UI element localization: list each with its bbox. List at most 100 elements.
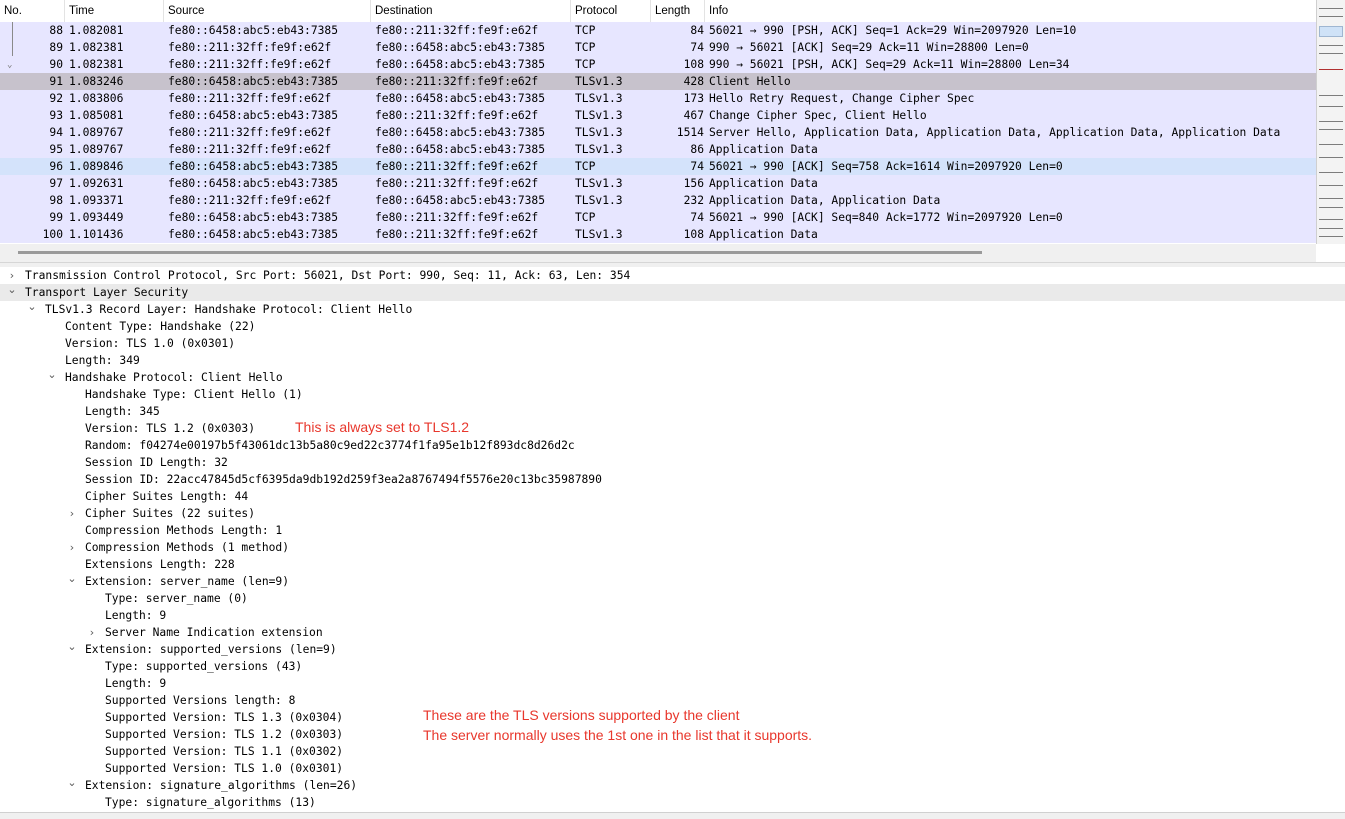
packet-row[interactable]: 88 1.082081 fe80::6458:abc5:eb43:7385 fe… bbox=[0, 22, 1316, 39]
tree-node[interactable]: › Compression Methods (1 method) bbox=[0, 539, 1345, 556]
tree-node[interactable]: Length: 9 bbox=[0, 675, 1345, 692]
packet-source: fe80::6458:abc5:eb43:7385 bbox=[168, 160, 339, 173]
packet-source: fe80::6458:abc5:eb43:7385 bbox=[168, 177, 339, 190]
tree-node[interactable]: ⌄ Extension: signature_algorithms (len=26… bbox=[0, 774, 1345, 794]
column-header-destination[interactable]: Destination bbox=[371, 0, 571, 22]
tree-node-label: Session ID: 22acc47845d5cf6395da9db192d2… bbox=[85, 473, 602, 486]
packet-source: fe80::211:32ff:fe9f:e62f bbox=[168, 92, 332, 105]
annotation-supported-versions-line2: The server normally uses the 1st one in … bbox=[423, 727, 813, 743]
chevron-down-icon[interactable]: ⌄ bbox=[66, 638, 78, 655]
column-header-time[interactable]: Time bbox=[65, 0, 164, 22]
tree-node-label: Type: supported_versions (43) bbox=[105, 660, 303, 673]
tree-node[interactable]: Supported Version: TLS 1.0 (0x0301) bbox=[0, 760, 1345, 777]
minimap-line bbox=[1319, 129, 1343, 130]
packet-row[interactable]: 98 1.093371 fe80::211:32ff:fe9f:e62f fe8… bbox=[0, 192, 1316, 209]
packet-row[interactable]: 99 1.093449 fe80::6458:abc5:eb43:7385 fe… bbox=[0, 209, 1316, 226]
packet-row[interactable]: 94 1.089767 fe80::211:32ff:fe9f:e62f fe8… bbox=[0, 124, 1316, 141]
tree-node[interactable]: Type: signature_algorithms (13) bbox=[0, 794, 1345, 811]
tree-node[interactable]: ⌄ Transport Layer Security bbox=[0, 281, 1345, 301]
tree-node[interactable]: Handshake Type: Client Hello (1) bbox=[0, 386, 1345, 403]
packet-destination: fe80::6458:abc5:eb43:7385 bbox=[375, 143, 546, 156]
packet-info: Server Hello, Application Data, Applicat… bbox=[709, 126, 1281, 139]
chevron-down-icon[interactable]: ⌄ bbox=[66, 774, 78, 791]
tree-node[interactable]: Session ID: 22acc47845d5cf6395da9db192d2… bbox=[0, 471, 1345, 488]
chevron-down-icon[interactable]: ⌄ bbox=[6, 281, 18, 298]
minimap-line bbox=[1319, 8, 1343, 9]
tree-node[interactable]: Version: TLS 1.0 (0x0301) bbox=[0, 335, 1345, 352]
tree-node[interactable]: Content Type: Handshake (22) bbox=[0, 318, 1345, 335]
tree-node-label: Supported Version: TLS 1.0 (0x0301) bbox=[105, 762, 344, 775]
tree-node-label: Extension: server_name (len=9) bbox=[85, 575, 290, 588]
packet-time: 1.101436 bbox=[69, 228, 124, 241]
packet-row[interactable]: 97 1.092631 fe80::6458:abc5:eb43:7385 fe… bbox=[0, 175, 1316, 192]
packet-time: 1.092631 bbox=[69, 177, 124, 190]
tree-node[interactable]: Compression Methods Length: 1 bbox=[0, 522, 1345, 539]
packet-destination: fe80::6458:abc5:eb43:7385 bbox=[375, 92, 546, 105]
packet-destination: fe80::211:32ff:fe9f:e62f bbox=[375, 228, 539, 241]
tree-node[interactable]: ⌄ Extension: supported_versions (len=9) bbox=[0, 638, 1345, 658]
column-header-length[interactable]: Length bbox=[651, 0, 705, 22]
tree-node-label: Cipher Suites (22 suites) bbox=[85, 507, 256, 520]
packet-row-selected[interactable]: 91 1.083246 fe80::6458:abc5:eb43:7385 fe… bbox=[0, 73, 1316, 90]
packet-destination: fe80::6458:abc5:eb43:7385 bbox=[375, 194, 546, 207]
tree-node-label: Server Name Indication extension bbox=[105, 626, 323, 639]
scrollbar-thumb[interactable] bbox=[18, 251, 982, 254]
packet-protocol: TLSv1.3 bbox=[575, 194, 623, 207]
packet-info: Client Hello bbox=[709, 75, 791, 88]
packet-info: Application Data bbox=[709, 177, 818, 190]
packet-row[interactable]: 89 1.082381 fe80::211:32ff:fe9f:e62f fe8… bbox=[0, 39, 1316, 56]
packet-source: fe80::6458:abc5:eb43:7385 bbox=[168, 211, 339, 224]
packet-no: 91 bbox=[49, 75, 63, 88]
tree-node-label: Compression Methods Length: 1 bbox=[85, 524, 283, 537]
tree-node[interactable]: Length: 345 bbox=[0, 403, 1345, 420]
packet-details-pane: › Transmission Control Protocol, Src Port… bbox=[0, 267, 1345, 812]
packet-destination: fe80::6458:abc5:eb43:7385 bbox=[375, 126, 546, 139]
tree-node[interactable]: Type: supported_versions (43) bbox=[0, 658, 1345, 675]
chevron-right-icon[interactable]: › bbox=[66, 505, 78, 522]
tree-node[interactable]: Extensions Length: 228 bbox=[0, 556, 1345, 573]
tree-node[interactable]: Supported Version: TLS 1.1 (0x0302) bbox=[0, 743, 1345, 760]
packet-no: 93 bbox=[49, 109, 63, 122]
tree-node[interactable]: ⌄ Handshake Protocol: Client Hello bbox=[0, 366, 1345, 386]
tree-node[interactable]: Cipher Suites Length: 44 bbox=[0, 488, 1345, 505]
packet-destination: fe80::6458:abc5:eb43:7385 bbox=[375, 58, 546, 71]
tree-node[interactable]: › Cipher Suites (22 suites) bbox=[0, 505, 1345, 522]
chevron-down-icon[interactable]: ⌄ bbox=[26, 298, 38, 315]
packet-info: 56021 → 990 [ACK] Seq=758 Ack=1614 Win=2… bbox=[709, 160, 1063, 173]
tree-node[interactable]: › Server Name Indication extension bbox=[0, 624, 1345, 641]
packet-row[interactable]: 92 1.083806 fe80::211:32ff:fe9f:e62f fe8… bbox=[0, 90, 1316, 107]
tree-node[interactable]: › Transmission Control Protocol, Src Port… bbox=[0, 267, 1345, 284]
column-header-protocol[interactable]: Protocol bbox=[571, 0, 651, 22]
tree-node[interactable]: Type: server_name (0) bbox=[0, 590, 1345, 607]
tree-node[interactable]: Length: 9 bbox=[0, 607, 1345, 624]
chevron-down-icon[interactable]: ⌄ bbox=[46, 366, 58, 383]
packet-length: 108 bbox=[683, 58, 704, 71]
packet-row[interactable]: 93 1.085081 fe80::6458:abc5:eb43:7385 fe… bbox=[0, 107, 1316, 124]
tree-node[interactable]: Session ID Length: 32 bbox=[0, 454, 1345, 471]
chevron-down-icon[interactable]: ⌄ bbox=[66, 570, 78, 587]
tree-node[interactable]: Length: 349 bbox=[0, 352, 1345, 369]
column-header-source[interactable]: Source bbox=[164, 0, 371, 22]
column-header-no[interactable]: No. bbox=[0, 0, 65, 22]
packet-source: fe80::6458:abc5:eb43:7385 bbox=[168, 228, 339, 241]
tree-node[interactable]: Version: TLS 1.2 (0x0303) bbox=[0, 420, 1345, 437]
tree-node[interactable]: ⌄ Extension: server_name (len=9) bbox=[0, 570, 1345, 590]
column-header-info[interactable]: Info bbox=[705, 0, 1316, 22]
annotation-version-note: This is always set to TLS1.2 bbox=[295, 419, 470, 435]
packet-destination: fe80::211:32ff:fe9f:e62f bbox=[375, 160, 539, 173]
packet-row[interactable]: 95 1.089767 fe80::211:32ff:fe9f:e62f fe8… bbox=[0, 141, 1316, 158]
tree-node[interactable]: Random: f04274e00197b5f43061dc13b5a80c9e… bbox=[0, 437, 1345, 454]
packet-info: 990 → 56021 [PSH, ACK] Seq=29 Ack=11 Win… bbox=[709, 58, 1070, 71]
packet-list-minimap-scrollbar[interactable] bbox=[1316, 0, 1345, 244]
tree-node-label: Length: 349 bbox=[65, 354, 140, 367]
packet-row[interactable]: 100 1.101436 fe80::6458:abc5:eb43:7385 f… bbox=[0, 226, 1316, 243]
packet-row[interactable]: 90 1.082381 fe80::211:32ff:fe9f:e62f fe8… bbox=[0, 56, 1316, 73]
tree-node[interactable]: ⌄ TLSv1.3 Record Layer: Handshake Protoco… bbox=[0, 298, 1345, 318]
chevron-right-icon[interactable]: › bbox=[86, 624, 98, 641]
chevron-right-icon[interactable]: › bbox=[66, 539, 78, 556]
packet-row-related[interactable]: 96 1.089846 fe80::6458:abc5:eb43:7385 fe… bbox=[0, 158, 1316, 175]
packet-list-horizontal-scrollbar[interactable] bbox=[0, 244, 1316, 262]
packet-length: 108 bbox=[683, 228, 704, 241]
tree-node-label: Supported Versions length: 8 bbox=[105, 694, 296, 707]
packet-length: 74 bbox=[690, 41, 704, 54]
